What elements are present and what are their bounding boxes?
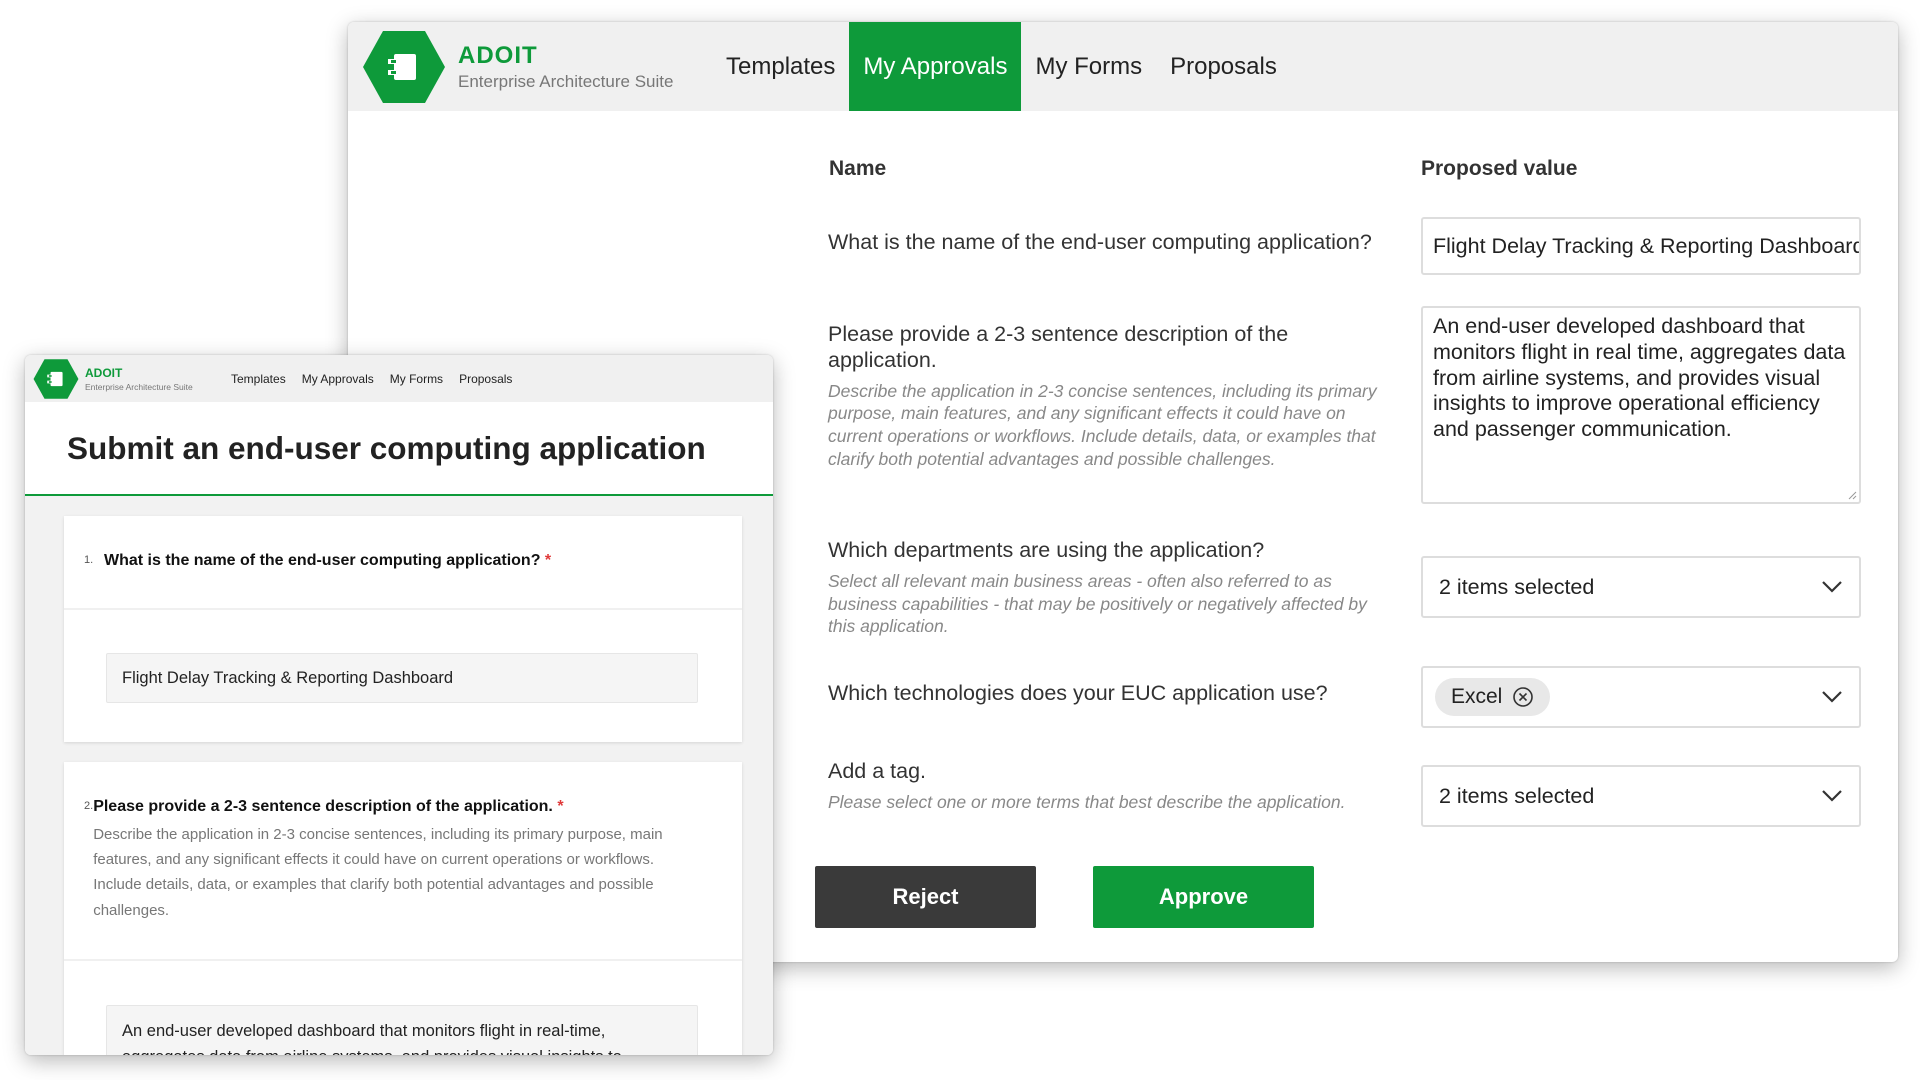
chevron-down-icon (1822, 581, 1842, 593)
question-hint: Please select one or more terms that bes… (828, 791, 1346, 812)
question-app-name: What is the name of the end-user computi… (828, 230, 1398, 256)
nav-templates[interactable]: Templates (223, 355, 294, 402)
description-textarea[interactable]: An end-user developed dashboard that mon… (1421, 306, 1861, 504)
column-header-proposed-value: Proposed value (1421, 157, 1578, 180)
question-description: Please provide a 2-3 sentence descriptio… (828, 322, 1398, 471)
question-departments: Which departments are using the applicat… (828, 538, 1398, 638)
brand-name: ADOIT (458, 41, 538, 69)
question-text: Please provide a 2-3 sentence descriptio… (828, 322, 1289, 372)
nav-templates[interactable]: Templates (712, 22, 849, 111)
question-number: 2. (84, 800, 94, 812)
submission-form-window: ADOIT Enterprise Architecture Suite Temp… (25, 355, 773, 1055)
chevron-down-icon (1822, 691, 1842, 703)
brand[interactable]: ADOIT Enterprise Architecture Suite (25, 355, 223, 402)
tag-chip[interactable]: Excel (1435, 678, 1551, 716)
adoit-hex-logo-icon (33, 358, 79, 399)
divider (64, 959, 742, 961)
required-marker: * (557, 798, 564, 815)
question-description: Describe the application in 2-3 concise … (93, 826, 663, 919)
brand-subtitle: Enterprise Architecture Suite (458, 71, 674, 91)
question-hint: Select all relevant main business areas … (828, 570, 1367, 637)
question-text: Which departments are using the applicat… (828, 538, 1265, 562)
app-name-input[interactable]: Flight Delay Tracking & Reporting Dashbo… (106, 653, 698, 703)
brand-subtitle: Enterprise Architecture Suite (85, 381, 193, 392)
nav-my-approvals[interactable]: My Approvals (294, 355, 382, 402)
question-title: Please provide a 2-3 sentence descriptio… (93, 798, 563, 815)
brand-name: ADOIT (85, 365, 123, 380)
question-text: What is the name of the end-user computi… (828, 230, 1372, 254)
question-title: What is the name of the end-user computi… (104, 552, 551, 570)
brand[interactable]: ADOIT Enterprise Architecture Suite (348, 22, 712, 111)
nav-proposals[interactable]: Proposals (451, 355, 520, 402)
required-marker: * (544, 552, 552, 569)
form-body: 1. What is the name of the end-user comp… (25, 496, 773, 1055)
resize-grip-icon[interactable] (1847, 490, 1857, 500)
approve-button[interactable]: Approve (1093, 866, 1314, 928)
question-text: Which technologies does your EUC applica… (828, 681, 1328, 705)
top-nav: ADOIT Enterprise Architecture Suite Temp… (348, 22, 1898, 111)
nav-my-approvals[interactable]: My Approvals (849, 22, 1022, 111)
departments-select[interactable]: 2 items selected (1421, 556, 1861, 618)
question-title-text: What is the name of the end-user computi… (104, 552, 541, 569)
description-textarea[interactable]: An end-user developed dashboard that mon… (106, 1005, 698, 1055)
description-text: An end-user developed dashboard that mon… (1433, 314, 1846, 442)
question-card-2: 2. Please provide a 2-3 sentence descrip… (64, 762, 742, 1055)
question-tag: Add a tag. Please select one or more ter… (828, 759, 1398, 814)
question-number: 1. (84, 554, 94, 566)
nav-proposals[interactable]: Proposals (1156, 22, 1291, 111)
question-text: Add a tag. (828, 759, 927, 783)
question-technologies: Which technologies does your EUC applica… (828, 681, 1398, 707)
column-header-name: Name (829, 157, 887, 180)
page-title-bar: Submit an end-user computing application (25, 402, 773, 496)
remove-chip-icon[interactable] (1512, 686, 1534, 708)
page-title: Submit an end-user computing application (67, 429, 706, 466)
tag-select[interactable]: 2 items selected (1421, 765, 1861, 827)
app-name-field[interactable]: Flight Delay Tracking & Reporting Dashbo… (1421, 217, 1861, 275)
nav-my-forms[interactable]: My Forms (382, 355, 451, 402)
question-hint: Describe the application in 2-3 concise … (828, 380, 1377, 469)
top-nav: ADOIT Enterprise Architecture Suite Temp… (25, 355, 773, 402)
select-value: 2 items selected (1439, 574, 1595, 599)
technologies-select[interactable]: Excel (1421, 666, 1861, 728)
chevron-down-icon (1822, 790, 1842, 802)
chip-label: Excel (1451, 685, 1503, 708)
select-value: 2 items selected (1439, 783, 1595, 808)
adoit-hex-logo-icon (363, 30, 445, 103)
question-title-text: Please provide a 2-3 sentence descriptio… (93, 798, 553, 815)
question-card-1: 1. What is the name of the end-user comp… (64, 516, 742, 742)
reject-button[interactable]: Reject (815, 866, 1036, 928)
nav-my-forms[interactable]: My Forms (1021, 22, 1156, 111)
divider (64, 608, 742, 610)
